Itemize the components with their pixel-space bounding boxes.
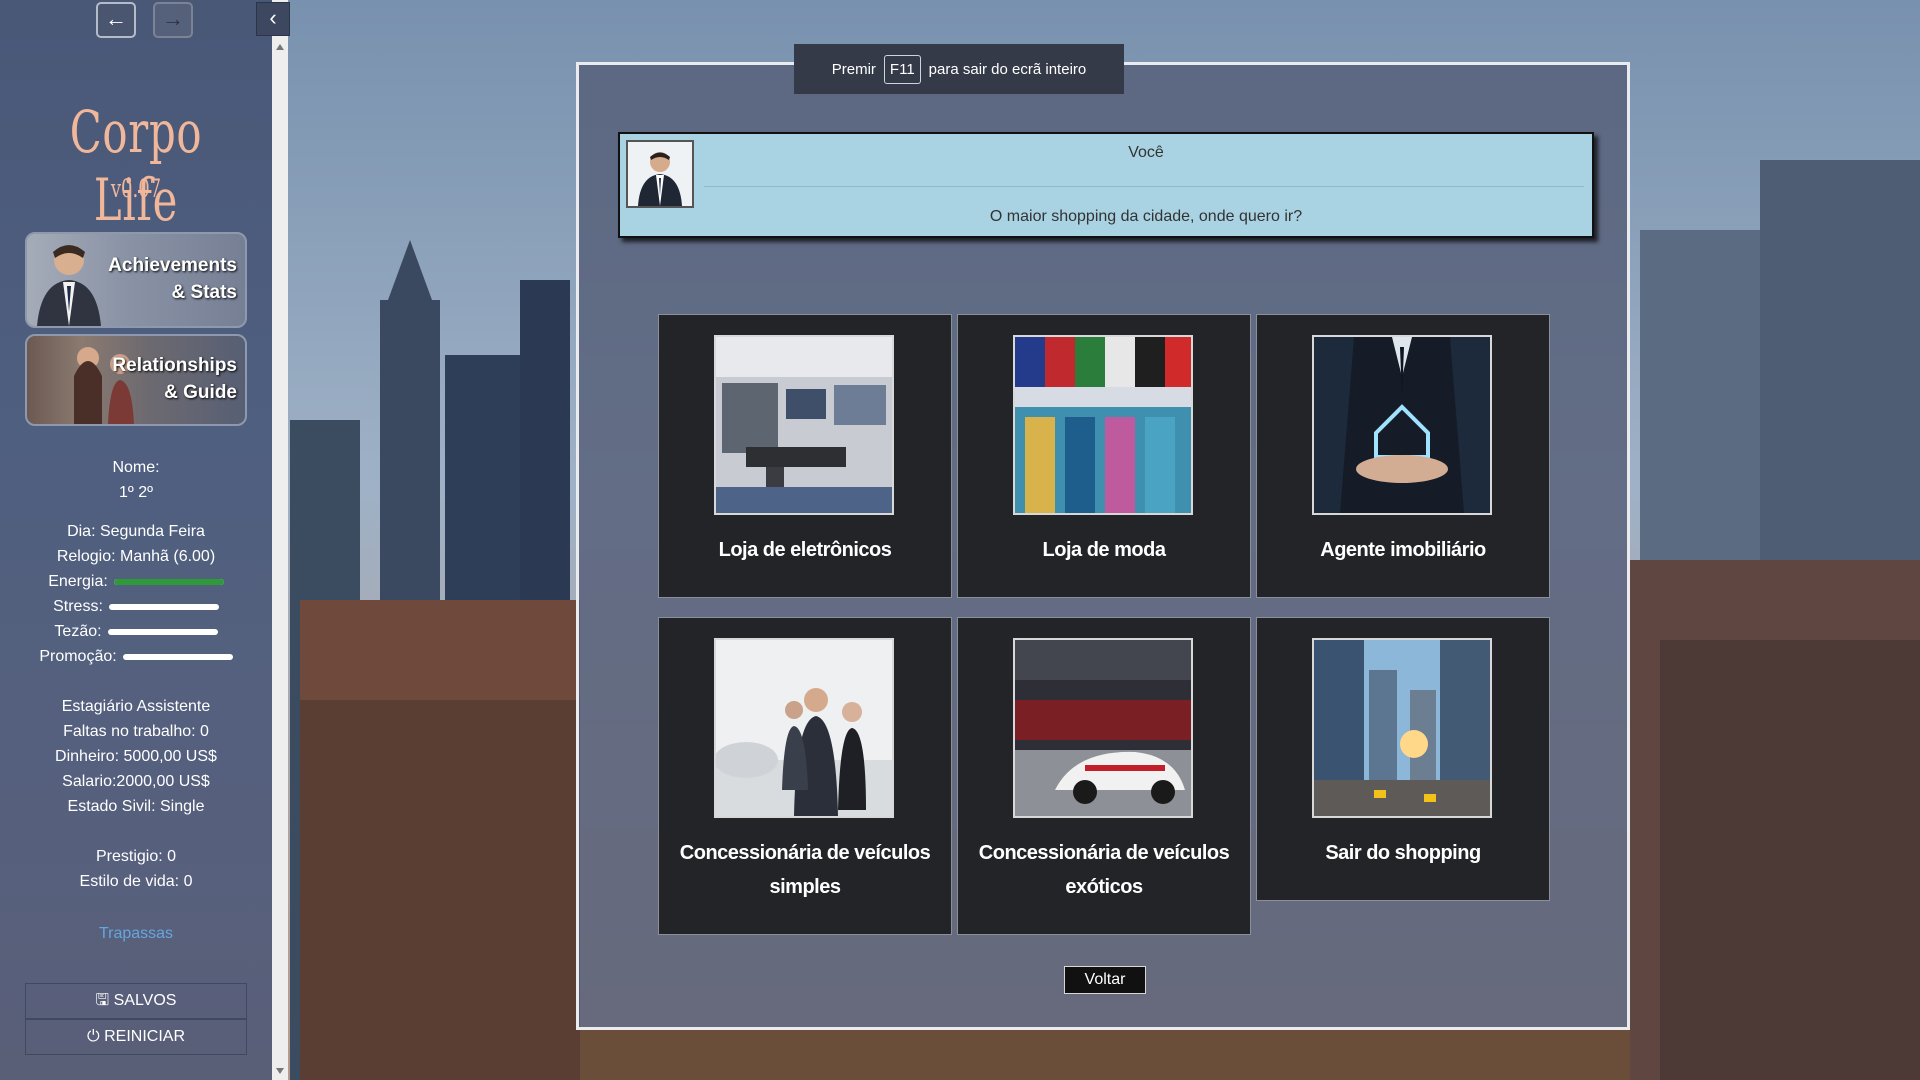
lust-row: Tezão: — [0, 619, 272, 644]
fullscreen-notice-after: para sair do ecrã inteiro — [928, 60, 1087, 78]
energy-bar — [113, 578, 224, 585]
promotion-label: Promoção: — [39, 648, 117, 665]
real-estate-agent-image — [1312, 335, 1492, 515]
restart-button[interactable]: ⏻ REINICIAR — [25, 1019, 247, 1055]
achievements-line2: & Stats — [171, 282, 237, 303]
history-back-button[interactable]: ← — [96, 2, 136, 38]
restart-label: REINICIAR — [104, 1028, 185, 1045]
chevron-left-icon: ‹ — [269, 5, 277, 30]
option-leave-mall[interactable]: Sair do shopping — [1256, 617, 1550, 901]
promotion-bar — [122, 653, 233, 660]
option-exotic-car-dealership[interactable]: Concessionária de veículos exóticos — [957, 617, 1251, 935]
saves-button[interactable]: 🖫 SALVOS — [25, 983, 247, 1019]
money-text: Dinheiro: 5000,00 US$ — [55, 748, 217, 765]
stress-label: Stress: — [53, 598, 103, 615]
clock-text: Relogio: Manhã (6.00) — [56, 548, 216, 565]
sidebar-collapse-button[interactable]: ‹ — [256, 2, 290, 36]
fullscreen-notice-before: Premir — [831, 60, 876, 78]
scroll-up-icon[interactable] — [276, 44, 284, 50]
arrow-left-icon: ← — [105, 6, 127, 31]
stress-bar — [108, 603, 219, 610]
cheats-link[interactable]: Trapassas — [0, 925, 272, 943]
lust-bar — [107, 628, 218, 635]
history-forward-button[interactable]: → — [153, 2, 193, 38]
energy-bar-fill — [113, 578, 224, 585]
exotic-car-dealership-image — [1013, 638, 1193, 818]
dialogue-text: O maior shopping da cidade, onde quero i… — [989, 208, 1303, 225]
achievements-line1: Achievements — [108, 255, 237, 276]
clothing-store-image — [1013, 335, 1193, 515]
energy-row: Energia: — [0, 569, 272, 594]
businessman-portrait-icon — [37, 245, 101, 326]
option-electronics-store[interactable]: Loja de eletrônicos — [658, 314, 952, 598]
prestige-text: Prestigio: 0 — [95, 848, 177, 865]
game-version: v0.07 — [110, 174, 162, 203]
city-street-image — [1312, 638, 1492, 818]
power-icon: ⏻ — [86, 1028, 100, 1045]
dialogue-divider — [704, 186, 1584, 187]
speaker-avatar-icon — [628, 142, 692, 206]
name-label: Nome: — [112, 459, 160, 476]
relationships-line1: Relationships — [112, 355, 237, 376]
option-real-estate-agent[interactable]: Agente imobiliário — [1256, 314, 1550, 598]
energy-label: Energia: — [48, 573, 108, 590]
option-fashion-store[interactable]: Loja de moda — [957, 314, 1251, 598]
relationships-line2: & Guide — [164, 382, 237, 403]
sidebar-scrollbar[interactable] — [272, 0, 288, 1080]
option-label: Concessionária de veículos exóticos — [978, 842, 1230, 898]
saves-label: SALVOS — [113, 992, 177, 1009]
day-text: Dia: Segunda Feira — [67, 523, 205, 540]
option-label: Loja de eletrônicos — [718, 539, 892, 561]
relationships-guide-button[interactable]: Relationships & Guide — [25, 334, 247, 426]
car-dealership-image — [714, 638, 894, 818]
salary-text: Salario:2000,00 US$ — [62, 773, 210, 790]
scroll-down-icon[interactable] — [276, 1068, 284, 1074]
job-text: Estagiário Assistente — [61, 698, 211, 715]
stress-row: Stress: — [0, 594, 272, 619]
absences-text: Faltas no trabalho: 0 — [63, 723, 209, 740]
option-label: Sair do shopping — [1325, 842, 1481, 864]
sidebar: ← → Corpo Life v0.07 Achievements & Stat… — [0, 0, 272, 1080]
promotion-row: Promoção: — [0, 644, 272, 669]
option-label: Agente imobiliário — [1320, 539, 1486, 561]
arrow-right-icon: → — [162, 6, 184, 31]
fullscreen-key: F11 — [883, 54, 921, 84]
achievements-stats-button[interactable]: Achievements & Stats — [25, 232, 247, 328]
electronics-store-image — [714, 335, 894, 515]
option-car-dealership[interactable]: Concessionária de veículos simples — [658, 617, 952, 935]
floppy-disk-icon: 🖫 — [95, 992, 110, 1009]
civil-status-text: Estado Sivil: Single — [67, 798, 205, 815]
avatar — [626, 140, 694, 208]
speaker-name: Você — [1128, 144, 1164, 161]
player-stats: Nome: 1º 2º Dia: Segunda Feira Relogio: … — [0, 455, 272, 894]
game-title: Corpo Life — [69, 98, 203, 234]
option-label: Concessionária de veículos simples — [679, 842, 931, 898]
option-label: Loja de moda — [1042, 539, 1166, 561]
back-button[interactable]: Voltar — [1064, 966, 1146, 994]
fullscreen-notice: Premir F11 para sair do ecrã inteiro — [794, 44, 1124, 94]
name-value: 1º 2º — [119, 484, 153, 501]
lifestyle-text: Estilo de vida: 0 — [79, 873, 193, 890]
lust-label: Tezão: — [54, 623, 102, 640]
dialogue-box: Você O maior shopping da cidade, onde qu… — [618, 132, 1594, 238]
